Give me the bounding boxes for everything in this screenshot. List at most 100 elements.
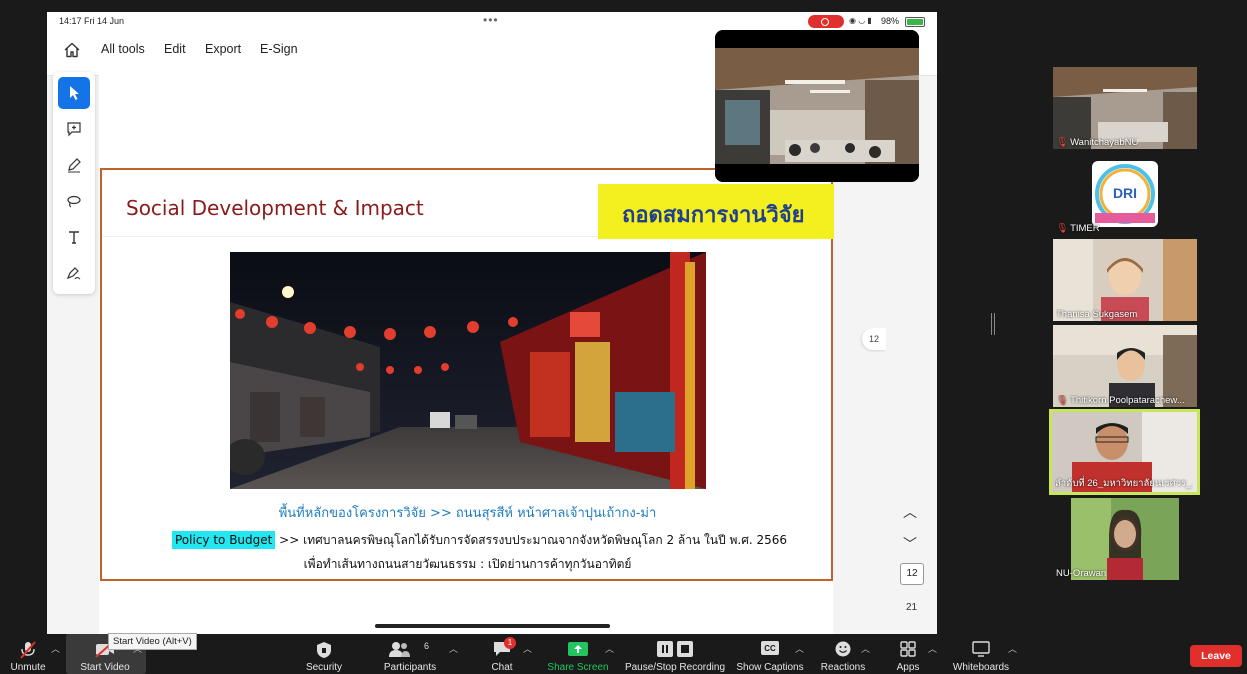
chat-label: Chat [491,662,513,673]
zoom-meeting-window: 14:17 Fri 14 Jun ••• ◉ ◡ ▮ 98% All tools… [0,0,1247,674]
street-photo [230,252,706,489]
unmute-button[interactable]: Unmute [4,634,52,674]
text-icon [69,231,79,244]
participant-name: ลำดับที่ 26_มหาวิทยาลัยนเรศวร_... [1055,478,1193,489]
apps-options-caret[interactable]: ︿ [928,642,937,655]
share-options-caret[interactable]: ︿ [605,642,614,655]
comment-tool-button[interactable] [58,113,90,145]
battery-level [907,19,923,25]
leave-button[interactable]: Leave [1190,645,1242,667]
svg-text:CC: CC [764,644,776,653]
menu-edit[interactable]: Edit [164,42,186,56]
resize-handle[interactable] [991,313,995,335]
security-button[interactable]: Security [300,634,348,674]
text-tool-button[interactable] [58,221,90,253]
start-video-label: Start Video [80,662,130,673]
screen-recording-icon [808,15,844,28]
participants-count: 6 [424,641,430,651]
policy-text: >> เทศบาลนครพิษณุโลกได้รับการจัดสรรงบประ… [275,533,788,547]
whiteboards-label: Whiteboards [952,662,1010,673]
pause-stop-icon [657,641,693,657]
participants-icon [388,642,410,657]
policy-text-2: เพื่อทำเส้นทางถนนสายวัฒนธรรม : เปิดย่านก… [303,557,632,571]
pdf-tool-rail [53,72,95,294]
participant-tile[interactable]: NU-Orawan [1053,498,1197,580]
cursor-icon [70,86,79,100]
status-time: 14:17 Fri 14 Jun [59,16,125,26]
participant-name: 🎙 TIMER [1056,223,1100,234]
menu-all-tools[interactable]: All tools [101,42,145,56]
show-captions-label: Show Captions [736,662,804,673]
slide: Social Development & Impact ถอดสมการงานว… [100,168,834,581]
battery-percent: 98% [881,16,900,26]
apps-label: Apps [896,662,920,673]
whiteboard-icon [972,641,990,657]
slide-banner-text: ถอดสมการงานวิจัย [622,203,805,228]
participant-name: Thanisa Sukgasem [1056,309,1138,320]
sign-tool-button[interactable] [58,257,90,289]
mic-muted-icon: 🎙 [1056,395,1069,406]
unmute-label: Unmute [10,662,46,673]
chat-unread-badge: 1 [504,637,516,649]
ipad-home-indicator [375,624,610,628]
participant-tile[interactable]: 🎙 WanitchayabNU [1053,67,1197,149]
slide-banner: ถอดสมการงานวิจัย [598,184,834,239]
slide-title: Social Development & Impact [126,196,424,220]
home-icon[interactable] [63,41,81,59]
security-label: Security [305,662,343,673]
policy-line: Policy to Budget >> เทศบาลนครพิษณุโลกได้… [172,531,787,550]
captions-icon: CC [761,641,779,655]
policy-tag: Policy to Budget [172,531,276,549]
recording-button[interactable]: Pause/Stop Recording [622,634,728,674]
audio-options-caret[interactable]: ︿ [51,642,60,655]
chat-options-caret[interactable]: ︿ [523,642,532,655]
chevron-up-icon[interactable]: ︿ [903,502,917,522]
captions-options-caret[interactable]: ︿ [795,642,804,655]
lasso-tool-button[interactable] [58,185,90,217]
signature-icon [66,267,81,280]
slide-caption: พื้นที่หลักของโครงการวิจัย >> ถนนสุรสีห์… [278,506,657,521]
participant-name: 🎙 WanitchayabNU [1056,137,1139,148]
page-total: 21 [906,602,918,613]
participant-name: NU-Orawan [1056,568,1107,579]
apps-icon [900,641,916,657]
menu-e-sign[interactable]: E-Sign [260,42,298,56]
chat-icon: 1 [492,637,516,658]
apps-button[interactable]: Apps [890,634,926,674]
reactions-options-caret[interactable]: ︿ [861,642,870,655]
svg-text:DRI: DRI [1113,185,1137,201]
current-page-field[interactable]: 12 [900,563,924,585]
participants-options-caret[interactable]: ︿ [449,642,458,655]
participant-tile-active-speaker[interactable]: ลำดับที่ 26_มหาวิทยาลัยนเรศวร_... [1049,409,1200,495]
participants-button[interactable]: 6 Participants [378,634,442,674]
meeting-room-video [715,30,919,182]
ipad-status-bar: 14:17 Fri 14 Jun ••• ◉ ◡ ▮ 98% [47,12,937,32]
chat-button[interactable]: 1 Chat [480,634,524,674]
mic-off-icon [20,641,36,659]
whiteboards-button[interactable]: Whiteboards [948,634,1014,674]
shield-icon [317,642,331,658]
reactions-label: Reactions [820,662,866,673]
more-dots-icon: ••• [483,13,499,27]
pen-icon [68,158,81,173]
pip-video[interactable] [715,30,919,182]
share-screen-icon [568,642,588,656]
mic-muted-icon: 🎙 [1056,223,1069,234]
participant-name: 🎙 Thitikorn Poolpatarachew... [1056,395,1185,406]
chevron-down-icon[interactable]: ﹀ [903,534,917,554]
recording-label: Pause/Stop Recording [624,662,726,673]
comment-add-icon [67,122,81,137]
lasso-icon [67,195,81,208]
share-screen-button[interactable]: Share Screen [545,634,611,674]
wifi-icon: ◉ ◡ ▮ [849,16,872,25]
participant-tile[interactable]: Thanisa Sukgasem [1053,239,1197,321]
menu-export[interactable]: Export [205,42,241,56]
participant-tile[interactable]: 🎙 Thitikorn Poolpatarachew... [1053,325,1197,407]
page-indicator-tab[interactable]: 12 [862,328,886,350]
highlight-tool-button[interactable] [58,149,90,181]
whiteboards-options-caret[interactable]: ︿ [1008,642,1017,655]
participant-tile[interactable]: DRI 🎙 TIMER [1053,153,1197,235]
mic-muted-icon: 🎙 [1056,137,1069,148]
battery-icon [905,17,925,27]
select-tool-button[interactable] [58,77,90,109]
